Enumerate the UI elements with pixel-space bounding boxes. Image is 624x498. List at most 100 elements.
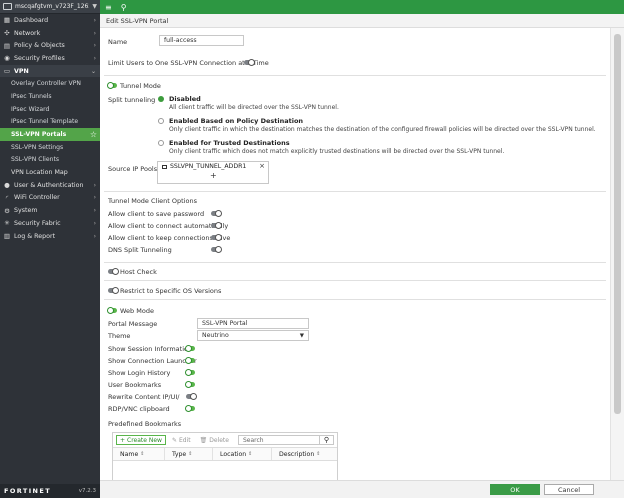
menu-icon[interactable]: ≡ (105, 3, 112, 12)
column-type[interactable]: Type ⇕ (165, 448, 213, 460)
web-mode-toggle[interactable] (107, 307, 117, 314)
dialog-footer: OK Cancel (100, 480, 624, 498)
split-trusted-radio[interactable] (158, 140, 164, 146)
nav-wifi-controller[interactable]: ◜ WiFi Controller › (0, 192, 100, 205)
session-info-toggle[interactable] (185, 345, 195, 352)
restrict-os-title: Restrict to Specific OS Versions (120, 287, 222, 295)
split-tunneling-label: Split tunneling (108, 96, 156, 104)
sub-ssl-vpn-clients[interactable]: SSL-VPN Clients (0, 154, 100, 167)
log-icon: ▥ (3, 232, 11, 241)
auto-connect-toggle[interactable] (211, 222, 222, 229)
nav-vpn[interactable]: ▭ VPN ⌄ (0, 64, 100, 78)
add-icon[interactable]: + (210, 171, 217, 180)
chevron-down-icon: ⌄ (90, 67, 96, 75)
sort-icon: ⇕ (316, 451, 321, 457)
column-label: Description (279, 450, 315, 458)
nav-label: VPN Location Map (11, 169, 68, 177)
login-history-toggle[interactable] (185, 369, 195, 376)
nav-label: Security Fabric (14, 219, 61, 227)
rewrite-content-toggle[interactable] (186, 393, 197, 400)
nav-label: Dashboard (14, 16, 49, 24)
nav-log-report[interactable]: ▥ Log & Report › (0, 230, 100, 243)
user-icon: ● (4, 181, 10, 190)
delete-button[interactable]: 🗑 Delete (197, 435, 232, 445)
sub-ipsec-tunnels[interactable]: IPsec Tunnels (0, 90, 100, 103)
predefined-bookmarks-label: Predefined Bookmarks (108, 420, 182, 428)
nav-security-profiles[interactable]: ◉ Security Profiles › (0, 52, 100, 65)
nav-dashboard[interactable]: ▦ Dashboard › (0, 14, 100, 27)
theme-label: Theme (108, 332, 131, 340)
wifi-icon: ◜ (5, 193, 9, 202)
limit-users-toggle[interactable] (244, 59, 255, 66)
split-disabled-radio[interactable] (158, 96, 164, 102)
portal-message-input[interactable]: SSL-VPN Portal (197, 318, 309, 329)
split-disabled-desc: All client traffic will be directed over… (169, 104, 339, 111)
chevron-down-icon: ▼ (92, 3, 97, 10)
login-history-label: Show Login History (108, 369, 171, 377)
version-label: v7.2.3 (78, 488, 96, 494)
edit-button[interactable]: ✎ Edit (169, 435, 194, 445)
search-icon[interactable]: ⚲ (319, 436, 333, 444)
nav-vpn-location-map[interactable]: VPN Location Map (0, 166, 100, 179)
nav-policy-objects[interactable]: ▤ Policy & Objects › (0, 39, 100, 52)
rdp-clipboard-toggle[interactable] (185, 405, 195, 412)
device-selector[interactable]: mscqafgtvm_v723F_1262 ▼ (0, 0, 100, 14)
save-password-label: Allow client to save password (108, 210, 205, 218)
scrollbar[interactable] (610, 28, 624, 480)
user-bookmarks-toggle[interactable] (185, 381, 195, 388)
bookmarks-search[interactable]: Search ⚲ (238, 435, 334, 445)
host-check-toggle[interactable] (108, 268, 119, 275)
chevron-down-icon: ▼ (299, 332, 304, 339)
split-policy-desc: Only client traffic in which the destina… (169, 126, 596, 133)
scrollbar-thumb[interactable] (614, 34, 621, 414)
keep-alive-toggle[interactable] (211, 234, 222, 241)
star-icon[interactable]: ☆ (90, 130, 97, 139)
rdp-clipboard-label: RDP/VNC clipboard (108, 405, 170, 413)
remove-icon[interactable]: × (259, 162, 265, 170)
divider (104, 75, 606, 76)
restrict-os-toggle[interactable] (108, 287, 119, 294)
ok-button[interactable]: OK (490, 484, 540, 495)
column-label: Location (220, 450, 247, 458)
nav-security-fabric[interactable]: ✳ Security Fabric › (0, 217, 100, 230)
sort-icon: ⇕ (140, 451, 145, 457)
search-placeholder: Search (243, 436, 264, 444)
split-policy-radio[interactable] (158, 118, 164, 124)
divider (104, 191, 606, 192)
nav-network[interactable]: ✣ Network › (0, 27, 100, 40)
nav-system[interactable]: ⚙ System › (0, 204, 100, 217)
divider (104, 280, 606, 281)
column-name[interactable]: Name ⇕ (113, 448, 165, 460)
sub-ipsec-tunnel-template[interactable]: IPsec Tunnel Template (0, 116, 100, 129)
cancel-button[interactable]: Cancel (544, 484, 594, 495)
source-ip-pools-field[interactable]: SSLVPN_TUNNEL_ADDR1 × + (157, 161, 269, 184)
create-new-label: Create New (127, 436, 162, 444)
name-input[interactable]: full-access (159, 35, 244, 46)
dns-split-toggle[interactable] (211, 246, 222, 253)
sub-ssl-vpn-settings[interactable]: SSL-VPN Settings (0, 141, 100, 154)
device-icon (3, 3, 12, 10)
session-info-label: Show Session Information (108, 345, 193, 353)
sub-ipsec-wizard[interactable]: IPsec Wizard (0, 103, 100, 116)
theme-select[interactable]: Neutrino ▼ (197, 330, 309, 341)
sub-overlay-controller-vpn[interactable]: Overlay Controller VPN (0, 77, 100, 90)
network-icon: ✣ (4, 29, 10, 38)
column-location[interactable]: Location ⇕ (213, 448, 272, 460)
fortinet-logo: FORTINET (4, 487, 52, 495)
search-icon[interactable]: ⚲ (121, 3, 127, 12)
nav-label: User & Authentication (14, 181, 84, 189)
connection-launcher-toggle[interactable] (185, 357, 195, 364)
dns-split-label: DNS Split Tunneling (108, 246, 172, 254)
nav-user-authentication[interactable]: ● User & Authentication › (0, 179, 100, 192)
save-password-toggle[interactable] (211, 210, 222, 217)
sort-icon: ⇕ (188, 451, 193, 457)
nav-label: Log & Report (14, 232, 56, 240)
split-policy-title: Enabled Based on Policy Destination (169, 117, 304, 125)
host-check-title: Host Check (120, 268, 157, 276)
tunnel-mode-title: Tunnel Mode (120, 82, 161, 90)
column-description[interactable]: Description ⇕ (272, 448, 337, 460)
portal-message-label: Portal Message (108, 320, 158, 328)
create-new-button[interactable]: + Create New (116, 435, 166, 445)
tunnel-mode-toggle[interactable] (107, 82, 117, 89)
sub-ssl-vpn-portals[interactable]: SSL-VPN Portals ☆ (0, 128, 100, 141)
